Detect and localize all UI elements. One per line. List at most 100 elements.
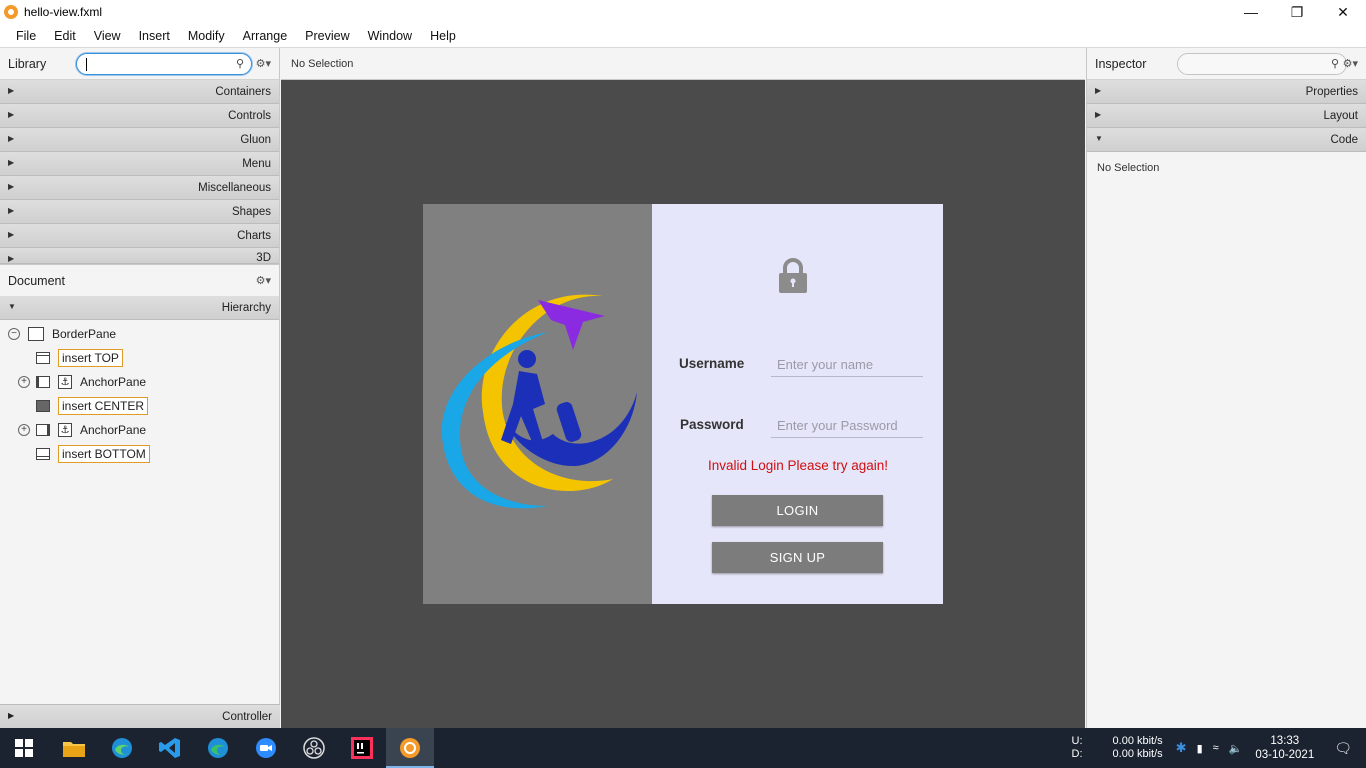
collapse-arrow-icon: ▼ [1095,134,1103,143]
vscode-icon[interactable] [146,728,194,768]
borderpane-icon [28,327,44,341]
tree-item-borderpane[interactable]: − BorderPane [8,323,116,345]
scene-builder-logo-icon [4,5,18,19]
scene-builder-icon[interactable] [386,728,434,768]
region-left-icon [36,376,50,388]
menu-edit[interactable]: Edit [45,29,85,43]
system-tray: U: D: 0.00 kbit/s 0.00 kbit/s ✱ ▮ ≈ 🔈 13… [1072,728,1366,768]
form-panel: Username Password Invalid Login Please t… [652,204,943,604]
menu-view[interactable]: View [85,29,130,43]
obs-icon[interactable] [290,728,338,768]
minimize-button[interactable]: — [1228,0,1274,24]
section-controls[interactable]: ▶ Controls [0,104,279,128]
windows-start-icon[interactable] [0,728,48,768]
search-icon: ⚲ [235,58,244,70]
region-right-icon [36,424,50,436]
password-label: Password [680,417,744,432]
tree-item-insert-center[interactable]: insert CENTER [36,395,149,417]
tree-item-insert-top[interactable]: insert TOP [36,347,123,369]
collapse-icon[interactable]: − [8,328,20,340]
section-containers[interactable]: ▶ Containers [0,80,279,104]
section-controller[interactable]: ▶ Controller [0,704,280,728]
region-top-icon [36,352,50,364]
content-canvas: No Selection Username Enter your name Pa… [281,48,1085,728]
title-bar: hello-view.fxml — ❐ ✕ [0,0,1366,24]
tree-item-anchorpane-1[interactable]: + ⚓ AnchorPane [18,371,146,393]
expand-icon[interactable]: + [18,376,30,388]
section-gluon[interactable]: ▶ Gluon [0,128,279,152]
menu-modify[interactable]: Modify [179,29,234,43]
username-label: Username [679,356,745,371]
username-field-wrap [771,353,923,377]
expand-icon[interactable]: + [18,424,30,436]
expand-arrow-icon: ▶ [1095,110,1102,119]
login-button[interactable]: LOGIN [712,495,883,526]
menu-insert[interactable]: Insert [130,29,179,43]
window-title: hello-view.fxml [24,5,103,19]
restore-button[interactable]: ❐ [1274,0,1320,24]
expand-arrow-icon: ▶ [8,182,15,191]
section-miscellaneous[interactable]: ▶ Miscellaneous [0,176,279,200]
bluetooth-icon[interactable]: ✱ [1176,740,1187,756]
anchorpane-icon: ⚓ [58,423,72,437]
library-header: Library ⚲ ⚙▾ [0,48,279,80]
region-center-icon [36,400,50,412]
menu-arrange[interactable]: Arrange [234,29,296,43]
menu-window[interactable]: Window [359,29,421,43]
inspector-gear-icon[interactable]: ⚙▾ [1343,57,1358,70]
document-title: Document [8,273,65,288]
battery-icon[interactable]: ▮ [1197,742,1203,755]
clock-time: 13:33 [1270,735,1300,747]
volume-icon[interactable]: 🔈 [1229,742,1243,755]
signup-button[interactable]: SIGN UP [712,542,883,573]
error-message: Invalid Login Please try again! [707,458,889,473]
inspector-header: Inspector ⚲ ⚙▾ [1087,48,1366,80]
edge-icon[interactable] [98,728,146,768]
close-button[interactable]: ✕ [1320,0,1366,24]
intellij-icon[interactable] [338,728,386,768]
menu-preview[interactable]: Preview [296,29,358,43]
library-title: Library [8,56,47,71]
section-layout[interactable]: ▶ Layout [1087,104,1366,128]
document-header: Document ⚙▾ [0,264,279,296]
inspector-search-input[interactable]: ⚲ [1177,53,1347,75]
expand-arrow-icon: ▶ [8,158,15,167]
tree-item-anchorpane-2[interactable]: + ⚓ AnchorPane [18,419,146,441]
expand-arrow-icon: ▶ [8,206,15,215]
left-panel: Library ⚲ ⚙▾ ▶ Containers ▶ Controls ▶ Gluo… [0,48,280,728]
menu-bar: File Edit View Insert Modify Arrange Pre… [0,24,1366,48]
zoom-icon[interactable] [242,728,290,768]
section-properties[interactable]: ▶ Properties [1087,80,1366,104]
library-search-input[interactable]: ⚲ [76,53,252,75]
edge-dev-icon[interactable] [194,728,242,768]
section-hierarchy[interactable]: ▼ Hierarchy [0,296,279,320]
file-explorer-icon[interactable] [50,728,98,768]
network-speed: 0.00 kbit/s 0.00 kbit/s [1113,735,1163,761]
password-input[interactable] [771,414,923,436]
library-gear-icon[interactable]: ⚙▾ [256,57,271,70]
network-labels: U: D: [1072,735,1083,761]
section-shapes[interactable]: ▶ Shapes [0,200,279,224]
section-3d[interactable]: ▶ 3D [0,248,279,264]
wifi-icon[interactable]: ≈ [1213,742,1219,754]
expand-arrow-icon: ▶ [8,254,15,263]
document-gear-icon[interactable]: ⚙▾ [256,274,271,287]
selection-label: No Selection [291,57,354,70]
section-menu[interactable]: ▶ Menu [0,152,279,176]
menu-help[interactable]: Help [421,29,465,43]
notification-icon[interactable]: 🗨 [1334,740,1352,757]
login-form-preview[interactable]: Username Password Invalid Login Please t… [423,204,943,604]
inspector-selection-label: No Selection [1097,162,1160,174]
expand-arrow-icon: ▶ [8,134,15,143]
collapse-arrow-icon: ▼ [8,302,16,311]
expand-arrow-icon: ▶ [8,230,15,239]
window-controls: — ❐ ✕ [1228,0,1366,24]
tree-item-insert-bottom[interactable]: insert BOTTOM [36,443,150,465]
selection-bar: No Selection [281,48,1085,80]
menu-file[interactable]: File [0,29,45,43]
username-input[interactable] [771,353,923,375]
clock[interactable]: 13:33 03-10-2021 [1255,734,1314,762]
section-code[interactable]: ▼ Code [1087,128,1366,152]
section-charts[interactable]: ▶ Charts [0,224,279,248]
upload-label: U: [1071,735,1083,747]
